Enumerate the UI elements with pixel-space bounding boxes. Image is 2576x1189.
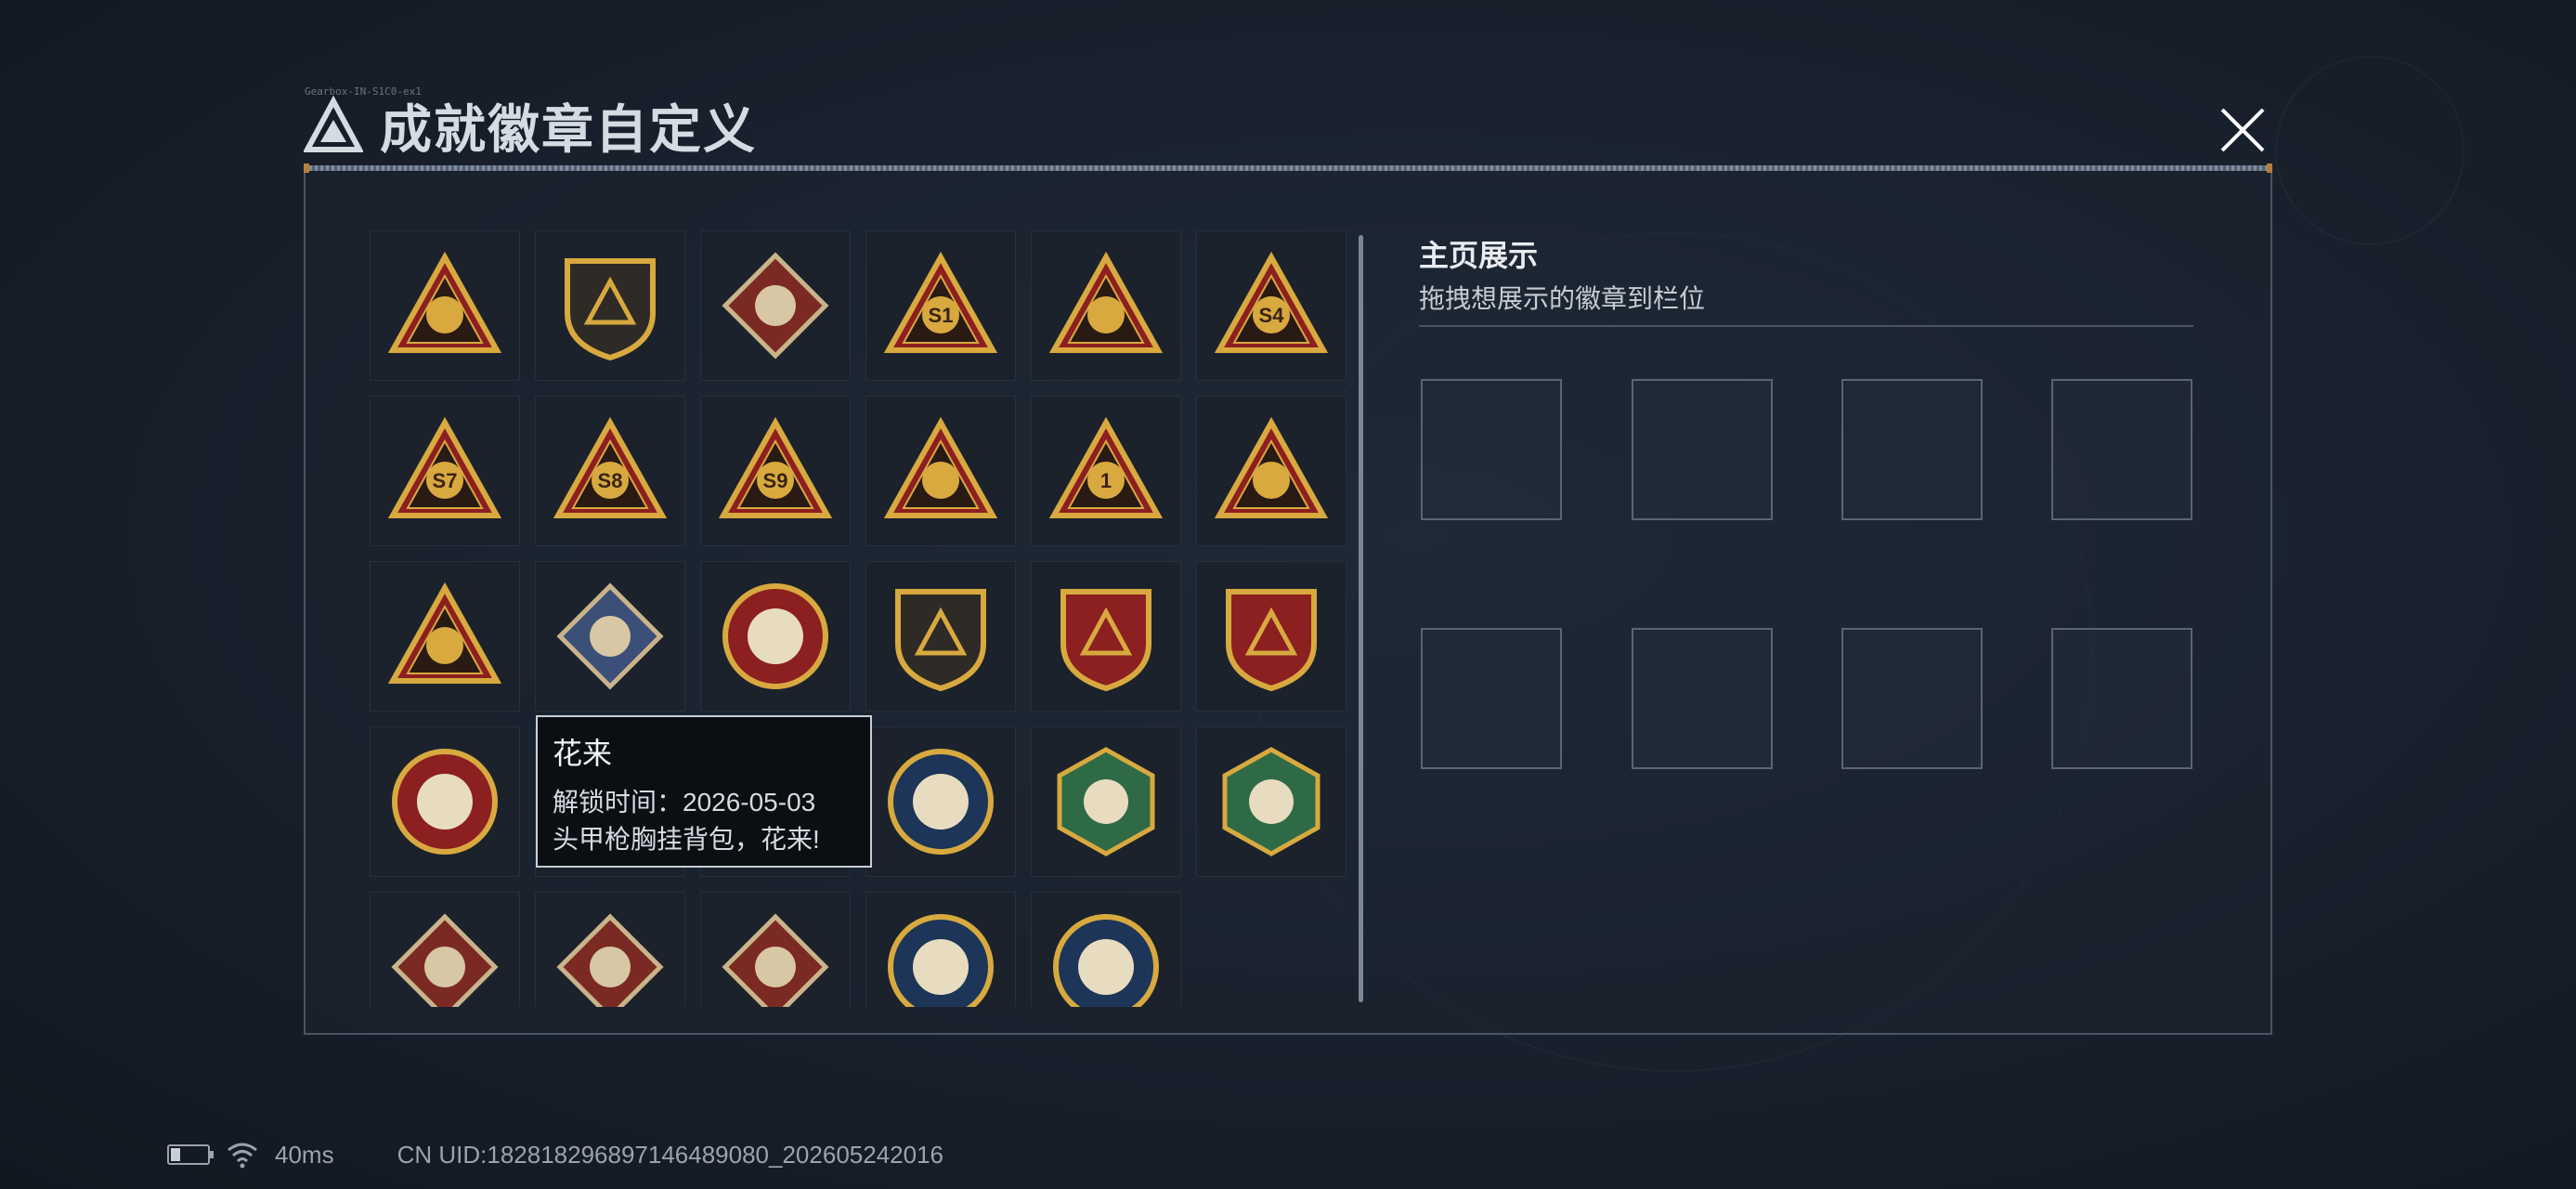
showcase-slot-7[interactable] (1841, 628, 1983, 769)
blue-gem-diamond-badge-icon (556, 582, 664, 690)
game-logo-icon (304, 96, 363, 152)
showcase-slot-5[interactable] (1421, 628, 1562, 769)
tooltip-unlock-time: 解锁时间：2026-05-03 (553, 788, 816, 817)
badge-cell[interactable]: S4 (1196, 230, 1347, 381)
runner-diamond-badge-icon (722, 913, 829, 1007)
badge-cell[interactable] (1031, 726, 1181, 877)
showcase-title: 主页展示 (1419, 239, 1539, 272)
badge-cell[interactable] (370, 726, 520, 877)
badge-label: S1 (929, 304, 954, 327)
page-title: 成就徽章自定义 (380, 99, 757, 159)
medic-hexagon-badge-icon (1222, 747, 1321, 856)
badge-cell[interactable] (865, 892, 1016, 1007)
star-compass-round-badge-icon (722, 583, 828, 689)
dragon-diamond-badge-2-icon (556, 913, 664, 1007)
badge-cell[interactable] (370, 230, 520, 381)
wolf-round-badge-icon (888, 914, 994, 1007)
badge-cell[interactable] (865, 726, 1016, 877)
badge-tooltip: 花来 解锁时间：2026-05-03 头甲枪胸挂背包，花来! (536, 715, 872, 868)
status-bar: 40ms CN UID:18281829689714648908​0_20260… (167, 1138, 943, 1171)
badge-cell[interactable]: 1 (1031, 396, 1181, 546)
badge-cell[interactable] (865, 561, 1016, 712)
showcase-divider (1419, 325, 2193, 327)
wifi-icon (228, 1143, 257, 1169)
wolf-round-badge-2-icon (1053, 914, 1159, 1007)
stars-round-badge-icon (392, 749, 498, 855)
badge-cell[interactable]: S1 (865, 230, 1016, 381)
uid-text: CN UID:18281829689714648908​0_2026052420… (397, 1140, 943, 1169)
hornet-hexagon-badge-icon (1057, 747, 1155, 856)
eagle-round-badge-icon (888, 749, 994, 855)
ping-text: 40ms (275, 1140, 334, 1169)
close-icon (2220, 108, 2265, 152)
badge-cell[interactable]: S8 (535, 396, 685, 546)
badge-label: S4 (1259, 304, 1285, 327)
showcase-subtitle: 拖拽想展示的徽章到栏位 (1419, 284, 1706, 313)
badge-cell[interactable]: S7 (370, 396, 520, 546)
showcase-slot-4[interactable] (2051, 379, 2192, 520)
showcase-slot-1[interactable] (1421, 379, 1562, 520)
s1-balloon-triangle-badge-icon: S1 (883, 251, 998, 353)
showcase-slot-2[interactable] (1632, 379, 1773, 520)
badge-label: S7 (433, 469, 458, 492)
diamond-emblem-shield-badge-icon (722, 252, 829, 359)
header-divider (304, 163, 2272, 173)
badge-cell[interactable] (700, 230, 851, 381)
s4-hourglass-triangle-badge-icon: S4 (1214, 251, 1329, 353)
badge-cell[interactable] (1031, 561, 1181, 712)
tooltip-description: 头甲枪胸挂背包，花来! (553, 825, 820, 854)
badge-grid: S1 S4 S7 S8 S9 1 (370, 230, 1347, 1007)
badge-cell[interactable] (535, 230, 685, 381)
close-button[interactable] (2205, 97, 2280, 163)
helicopter-shield-badge-icon (565, 258, 656, 361)
showcase-slot-6[interactable] (1632, 628, 1773, 769)
soldiers-triangle-badge-icon (387, 581, 502, 684)
badge-label: S8 (598, 469, 623, 492)
window-title-bar: 成就徽章自定义 (304, 88, 757, 163)
badge-cell[interactable]: S9 (700, 396, 851, 546)
badge-cell[interactable] (1196, 396, 1347, 546)
badge-cell[interactable] (370, 561, 520, 712)
badge-cell[interactable] (1196, 726, 1347, 877)
chevron-shield-badge-icon (895, 589, 986, 692)
badge-cell[interactable] (865, 396, 1016, 546)
badge-grid-scroll-area[interactable]: S1 S4 S7 S8 S9 1 (370, 230, 1347, 1007)
badge-cell[interactable] (1196, 561, 1347, 712)
showcase-slot-8[interactable] (2051, 628, 2192, 769)
s9-ship-triangle-badge-icon: S9 (718, 416, 833, 518)
blue-banner-shield-badge-icon (1060, 589, 1151, 692)
badge-cell[interactable] (370, 892, 520, 1007)
dragon-diamond-badge-icon (391, 913, 499, 1007)
radar-dish-triangle-badge-icon (1048, 251, 1164, 353)
badge-cell[interactable] (1031, 892, 1181, 1007)
s8-building-triangle-badge-icon: S8 (553, 416, 668, 518)
battery-icon (167, 1144, 214, 1165)
number-one-triangle-badge-icon: 1 (1048, 416, 1164, 518)
s7-tower-triangle-badge-icon: S7 (387, 416, 502, 518)
badge-label: 1 (1100, 469, 1112, 492)
badge-cell[interactable] (1031, 230, 1181, 381)
tooltip-badge-name: 花来 (553, 737, 613, 770)
badge-label: S9 (763, 469, 788, 492)
badge-grid-scrollbar[interactable] (1359, 235, 1363, 1002)
gem-banner-shield-badge-icon (1226, 589, 1317, 692)
background-ring (2275, 56, 2465, 245)
showcase-slot-3[interactable] (1841, 379, 1983, 520)
badge-cell[interactable] (700, 892, 851, 1007)
gem-hands-triangle-badge-icon (1214, 416, 1329, 518)
badge-cell[interactable] (700, 561, 851, 712)
bowl-triangle-badge-icon (883, 416, 998, 518)
shield-triangle-logo-badge-icon (387, 251, 502, 353)
badge-cell[interactable] (535, 561, 685, 712)
badge-cell[interactable] (535, 892, 685, 1007)
